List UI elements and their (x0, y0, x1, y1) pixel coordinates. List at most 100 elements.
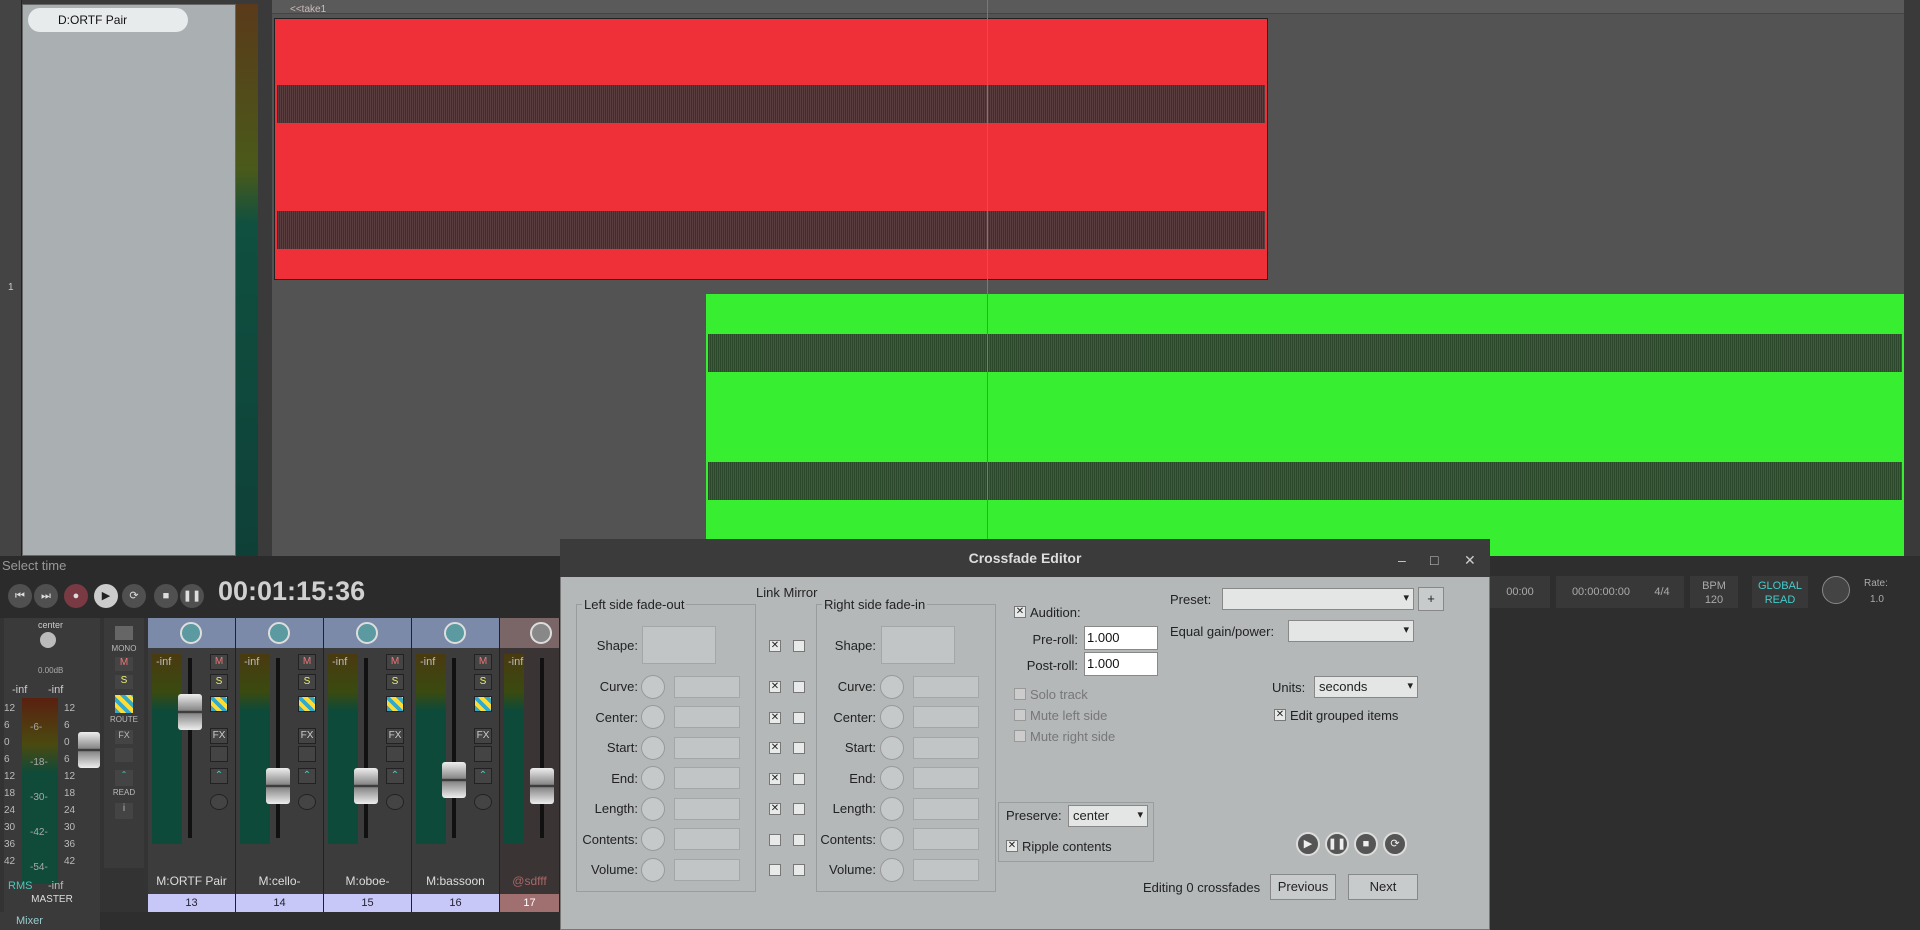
link-volume-checkbox[interactable] (769, 864, 781, 876)
phase-icon[interactable] (386, 794, 404, 810)
automation-icon[interactable]: ⌃ (474, 768, 492, 784)
strip-name[interactable]: M:oboe- (324, 874, 411, 888)
fx-bypass-icon[interactable] (474, 746, 492, 762)
mirror-start-checkbox[interactable] (793, 742, 805, 754)
add-preset-button[interactable]: + (1418, 587, 1444, 611)
left-length-field[interactable] (674, 798, 740, 820)
mute-left-checkbox[interactable] (1014, 709, 1026, 721)
audition-checkbox[interactable]: ✕ (1014, 606, 1026, 618)
close-icon[interactable]: ✕ (1464, 552, 1476, 569)
left-end-field[interactable] (674, 767, 740, 789)
mixer-strip[interactable]: -inf @sdfff 17 (500, 618, 560, 912)
fx-bypass-icon[interactable] (298, 746, 316, 762)
mirror-center-checkbox[interactable] (793, 712, 805, 724)
units-dropdown[interactable]: seconds (1314, 676, 1418, 698)
right-contents-knob[interactable] (880, 827, 904, 851)
strip-name[interactable]: @sdfff (500, 874, 559, 888)
left-end-knob[interactable] (641, 766, 665, 790)
postroll-input[interactable]: 1.000 (1084, 652, 1158, 676)
link-shape-checkbox[interactable]: ✕ (769, 640, 781, 652)
right-curve-knob[interactable] (880, 675, 904, 699)
volume-fader[interactable] (442, 762, 466, 798)
go-to-end-button[interactable]: ⏭ (34, 584, 58, 608)
phase-icon[interactable] (298, 794, 316, 810)
loop-icon[interactable]: ⟳ (1383, 832, 1407, 856)
link-length-checkbox[interactable]: ✕ (769, 803, 781, 815)
edit-grouped-checkbox[interactable]: ✕ (1274, 709, 1286, 721)
play-button[interactable]: ▶ (94, 584, 118, 608)
right-volume-field[interactable] (913, 859, 979, 881)
mirror-curve-checkbox[interactable] (793, 681, 805, 693)
mirror-end-checkbox[interactable] (793, 773, 805, 785)
mirror-length-checkbox[interactable] (793, 803, 805, 815)
master-fx-button[interactable]: FX (115, 730, 133, 744)
strip-number[interactable]: 15 (324, 894, 411, 912)
solo-button[interactable]: S (298, 674, 316, 690)
mirror-shape-checkbox[interactable] (793, 640, 805, 652)
volume-fader[interactable] (178, 694, 202, 730)
global-automation-button[interactable]: GLOBAL READ (1752, 576, 1808, 608)
left-contents-knob[interactable] (641, 827, 665, 851)
right-volume-knob[interactable] (880, 858, 904, 882)
mixer-strip[interactable]: -inf M S FX ⌃ M:ORTF Pair 13 (148, 618, 236, 912)
mixer-strip[interactable]: -inf M S FX ⌃ M:oboe- 15 (324, 618, 412, 912)
strip-name[interactable]: M:bassoon (412, 874, 499, 888)
mute-button[interactable]: M (298, 654, 316, 670)
right-center-field[interactable] (913, 706, 979, 728)
vertical-scrollbar[interactable] (1904, 0, 1920, 556)
right-center-knob[interactable] (880, 705, 904, 729)
volume-fader[interactable] (266, 768, 290, 804)
minimize-icon[interactable]: – (1398, 552, 1406, 568)
automation-icon[interactable]: ⌃ (210, 768, 228, 784)
phase-icon[interactable] (474, 794, 492, 810)
volume-fader[interactable] (354, 768, 378, 804)
left-volume-field[interactable] (674, 859, 740, 881)
strip-number[interactable]: 14 (236, 894, 323, 912)
preserve-dropdown[interactable]: center (1068, 805, 1148, 827)
left-center-knob[interactable] (641, 705, 665, 729)
left-curve-field[interactable] (674, 676, 740, 698)
solo-button[interactable]: S (210, 674, 228, 690)
selection-length[interactable]: 00:00:00:00 (1556, 576, 1646, 608)
left-start-knob[interactable] (641, 736, 665, 760)
route-icon[interactable] (474, 696, 492, 712)
track-name-field[interactable]: D:ORTF Pair (28, 8, 188, 32)
link-curve-checkbox[interactable]: ✕ (769, 681, 781, 693)
fx-bypass-icon[interactable] (386, 746, 404, 762)
mixer-tab[interactable]: Mixer (0, 912, 100, 930)
solo-button[interactable]: S (474, 674, 492, 690)
fx-button[interactable]: FX (210, 728, 228, 744)
fx-button[interactable]: FX (474, 728, 492, 744)
left-length-knob[interactable] (641, 797, 665, 821)
equal-gain-dropdown[interactable] (1288, 620, 1414, 642)
fx-bypass-icon[interactable] (210, 746, 228, 762)
pan-knob[interactable] (180, 622, 202, 644)
left-contents-field[interactable] (674, 828, 740, 850)
selection-time[interactable]: 00:00 (1490, 576, 1550, 608)
route-icon[interactable] (115, 695, 133, 713)
record-button[interactable]: ● (64, 584, 88, 608)
pause-button[interactable]: ❚❚ (180, 584, 204, 608)
media-item-2[interactable] (706, 294, 1904, 556)
master-solo-button[interactable]: S (115, 675, 133, 689)
mirror-contents-checkbox[interactable] (793, 834, 805, 846)
stop-icon[interactable]: ■ (1354, 832, 1378, 856)
strip-number[interactable]: 13 (148, 894, 235, 912)
mixer-strip[interactable]: -inf M S FX ⌃ M:bassoon 16 (412, 618, 500, 912)
right-start-field[interactable] (913, 737, 979, 759)
left-curve-knob[interactable] (641, 675, 665, 699)
pause-icon[interactable]: ❚❚ (1325, 832, 1349, 856)
pan-knob[interactable] (530, 622, 552, 644)
play-icon[interactable]: ▶ (1296, 832, 1320, 856)
pan-knob[interactable] (356, 622, 378, 644)
phase-icon[interactable] (210, 794, 228, 810)
strip-name[interactable]: M:cello- (236, 874, 323, 888)
media-item-take1[interactable] (274, 18, 1268, 280)
info-icon[interactable]: i (115, 803, 133, 819)
mirror-volume-checkbox[interactable] (793, 864, 805, 876)
next-button[interactable]: Next (1348, 874, 1418, 900)
repeat-button[interactable]: ⟳ (122, 584, 146, 608)
automation-icon[interactable]: ⌃ (386, 768, 404, 784)
preset-dropdown[interactable] (1222, 588, 1414, 610)
link-start-checkbox[interactable]: ✕ (769, 742, 781, 754)
